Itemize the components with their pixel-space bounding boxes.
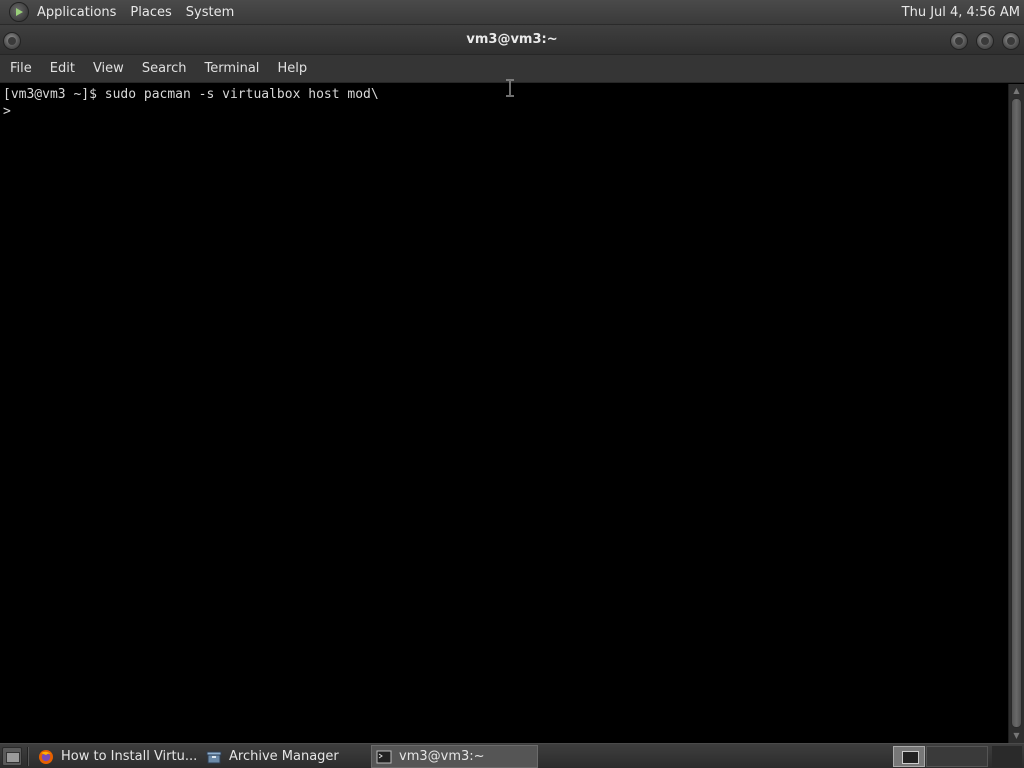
window-title: vm3@vm3:~: [466, 32, 558, 47]
task-terminal[interactable]: vm3@vm3:~: [371, 745, 538, 768]
show-desktop-icon[interactable]: [2, 747, 22, 766]
scrollbar-thumb[interactable]: [1011, 98, 1022, 728]
menu-terminal[interactable]: Terminal: [197, 55, 266, 83]
scroll-down-arrow-icon[interactable]: ▼: [1009, 729, 1024, 743]
terminal-icon: [376, 750, 392, 763]
play-icon: [16, 8, 23, 16]
menu-view[interactable]: View: [86, 55, 131, 83]
firefox-icon: [39, 749, 53, 764]
workspace-switcher-2[interactable]: [926, 746, 988, 767]
terminal-line: >: [3, 104, 11, 119]
close-button[interactable]: [1002, 32, 1020, 50]
menu-applications[interactable]: Applications: [30, 0, 123, 25]
scroll-up-arrow-icon[interactable]: ▲: [1009, 84, 1024, 98]
menu-system[interactable]: System: [179, 0, 241, 25]
tray-area: [992, 746, 1022, 767]
separator: [27, 747, 29, 766]
clock[interactable]: Thu Jul 4, 4:56 AM: [902, 0, 1020, 25]
terminal-output[interactable]: [vm3@vm3 ~]$ sudo pacman -s virtualbox h…: [0, 84, 1008, 743]
menu-help[interactable]: Help: [270, 55, 314, 83]
menu-file[interactable]: File: [3, 55, 39, 83]
bottom-taskbar: How to Install Virtu... Archive Manager …: [0, 743, 1024, 768]
window-titlebar[interactable]: vm3@vm3:~: [0, 25, 1024, 55]
task-archive-manager[interactable]: Archive Manager: [202, 745, 366, 768]
archive-manager-icon: [206, 751, 222, 763]
task-browser[interactable]: How to Install Virtu...: [34, 745, 200, 768]
workspace-switcher-1[interactable]: [893, 746, 925, 767]
task-label: Archive Manager: [229, 749, 339, 764]
task-label: vm3@vm3:~: [399, 749, 485, 764]
menu-edit[interactable]: Edit: [43, 55, 82, 83]
applications-logo-icon[interactable]: [9, 2, 29, 22]
task-label: How to Install Virtu...: [61, 749, 198, 764]
menu-places[interactable]: Places: [123, 0, 178, 25]
menu-search[interactable]: Search: [135, 55, 194, 83]
terminal-scrollbar[interactable]: ▲ ▼: [1008, 84, 1024, 743]
minimize-button[interactable]: [950, 32, 968, 50]
maximize-button[interactable]: [976, 32, 994, 50]
top-panel: Applications Places System Thu Jul 4, 4:…: [0, 0, 1024, 25]
text-cursor-icon: [506, 79, 514, 97]
